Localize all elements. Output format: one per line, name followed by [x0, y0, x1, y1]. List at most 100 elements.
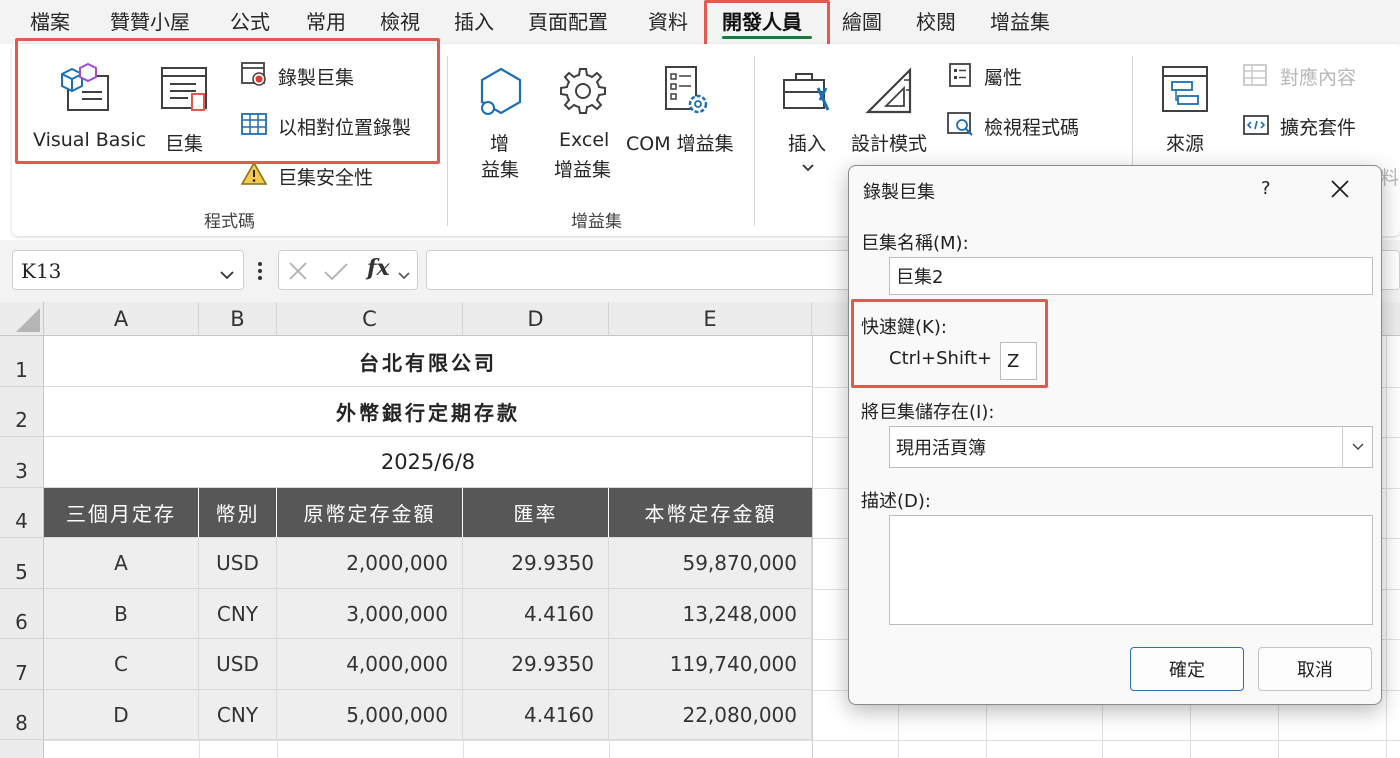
header-cell-local-amount[interactable]: 本幣定存金額 [609, 488, 812, 538]
warning-icon[interactable] [240, 160, 268, 188]
confirm-entry-icon[interactable] [323, 261, 349, 285]
table-cell[interactable]: CNY [199, 690, 277, 740]
description-label: 描述(D): [861, 491, 931, 512]
column-header-a[interactable]: A [44, 302, 199, 336]
macro-security-label[interactable]: 巨集安全性 [278, 163, 373, 190]
row-header-7[interactable]: 7 [0, 639, 44, 690]
table-cell[interactable]: 5,000,000 [277, 690, 463, 740]
table-cell[interactable]: 4.4160 [463, 690, 609, 740]
gridline [1278, 705, 1279, 758]
table-cell[interactable]: CNY [199, 589, 277, 639]
insert-controls-label[interactable]: 插入 [788, 129, 826, 156]
macro-name-input[interactable]: 巨集2 [889, 257, 1373, 295]
row-header-2[interactable]: 2 [0, 387, 44, 437]
tab-home[interactable]: 常用 [306, 6, 346, 35]
addins-label-1[interactable]: 增 [490, 129, 509, 156]
row-header-6[interactable]: 6 [0, 589, 44, 639]
table-cell[interactable]: 29.9350 [463, 639, 609, 690]
addins-label-2[interactable]: 益集 [481, 155, 519, 182]
column-header-b[interactable]: B [199, 302, 277, 336]
addins-group-label: 增益集 [571, 212, 622, 232]
tab-review[interactable]: 校閱 [916, 6, 956, 35]
table-cell[interactable]: D [44, 690, 199, 740]
name-box[interactable]: K13 [12, 250, 244, 290]
cell-subtitle[interactable]: 外幣銀行定期存款 [44, 387, 812, 437]
header-cell-currency[interactable]: 幣別 [199, 488, 277, 538]
excel-addins-label-2[interactable]: 增益集 [554, 155, 611, 182]
table-cell[interactable]: USD [199, 639, 277, 690]
table-cell[interactable]: 4,000,000 [277, 639, 463, 690]
chevron-down-icon[interactable] [801, 158, 815, 172]
table-cell[interactable]: 29.9350 [463, 538, 609, 589]
toolbox-icon[interactable] [782, 66, 834, 116]
description-textarea[interactable] [889, 515, 1373, 625]
tab-page-layout[interactable]: 頁面配置 [528, 6, 608, 35]
table-cell[interactable]: 59,870,000 [609, 538, 812, 589]
gear-icon[interactable] [558, 66, 608, 116]
dialog-title: 錄製巨集 [863, 182, 935, 203]
view-code-label[interactable]: 檢視程式碼 [984, 113, 1079, 140]
xml-source-label[interactable]: 來源 [1166, 129, 1204, 156]
table-cell[interactable]: 4.4160 [463, 589, 609, 639]
header-cell-rate[interactable]: 匯率 [463, 488, 609, 538]
cell-date[interactable]: 2025/6/8 [44, 437, 812, 488]
cell-title[interactable]: 台北有限公司 [44, 336, 812, 387]
name-box-value: K13 [21, 259, 62, 283]
column-header-d[interactable]: D [463, 302, 609, 336]
addins-icon[interactable] [476, 66, 526, 118]
chevron-down-icon[interactable] [1342, 427, 1372, 467]
table-cell[interactable]: 119,740,000 [609, 639, 812, 690]
row-header-3[interactable]: 3 [0, 437, 44, 488]
map-properties-icon [1242, 62, 1268, 88]
row-header-1[interactable]: 1 [0, 336, 44, 387]
close-icon[interactable] [1329, 178, 1351, 204]
tab-draw[interactable]: 繪圖 [842, 6, 882, 35]
tab-formulas[interactable]: 公式 [230, 6, 270, 35]
code-group-highlight [15, 38, 440, 164]
com-addins-label[interactable]: COM 增益集 [626, 129, 734, 156]
table-cell[interactable]: 2,000,000 [277, 538, 463, 589]
store-macro-select[interactable]: 現用活頁簿 [889, 426, 1373, 468]
tab-addins[interactable]: 增益集 [990, 6, 1050, 35]
cancel-entry-icon[interactable] [287, 261, 309, 285]
xml-source-icon[interactable] [1160, 64, 1212, 116]
view-code-icon[interactable] [946, 110, 974, 138]
refresh-data-label: 料 [1380, 167, 1400, 189]
design-mode-icon[interactable] [864, 66, 916, 116]
table-cell[interactable]: C [44, 639, 199, 690]
chevron-down-icon[interactable] [219, 265, 235, 284]
record-macro-dialog: 錄製巨集 ? 巨集名稱(M): 巨集2 快速鍵(K): Ctrl+Shift+ … [848, 165, 1382, 705]
row-header-5[interactable]: 5 [0, 538, 44, 589]
tab-view[interactable]: 檢視 [380, 6, 420, 35]
column-header-c[interactable]: C [277, 302, 463, 336]
help-button[interactable]: ? [1261, 178, 1271, 199]
tab-insert[interactable]: 插入 [454, 6, 494, 35]
com-addins-icon[interactable] [662, 64, 712, 118]
cancel-button[interactable]: 取消 [1258, 647, 1372, 691]
table-cell[interactable]: 22,080,000 [609, 690, 812, 740]
excel-addins-label-1[interactable]: Excel [559, 129, 609, 151]
table-cell[interactable]: USD [199, 538, 277, 589]
tab-zanzan[interactable]: 贊贊小屋 [110, 6, 190, 35]
row-header-8[interactable]: 8 [0, 690, 44, 740]
chevron-down-icon[interactable] [397, 266, 411, 285]
table-cell[interactable]: A [44, 538, 199, 589]
properties-icon[interactable] [948, 62, 972, 88]
ok-button[interactable]: 確定 [1130, 647, 1244, 691]
table-cell[interactable]: 3,000,000 [277, 589, 463, 639]
row-header-4[interactable]: 4 [0, 488, 44, 538]
expansion-packs-icon[interactable] [1242, 110, 1270, 138]
expansion-packs-label[interactable]: 擴充套件 [1280, 113, 1356, 140]
tab-data[interactable]: 資料 [648, 6, 688, 35]
header-cell-term[interactable]: 三個月定存 [44, 488, 199, 538]
table-cell[interactable]: B [44, 589, 199, 639]
properties-label[interactable]: 屬性 [984, 63, 1022, 90]
table-cell[interactable]: 13,248,000 [609, 589, 812, 639]
column-header-e[interactable]: E [609, 302, 812, 336]
design-mode-label[interactable]: 設計模式 [851, 129, 927, 156]
select-all-corner[interactable] [0, 302, 44, 336]
header-cell-original-amount[interactable]: 原幣定存金額 [277, 488, 463, 538]
insert-function-icon[interactable]: fx [367, 255, 390, 281]
tab-file[interactable]: 檔案 [30, 6, 70, 35]
more-options-icon[interactable] [256, 260, 264, 282]
